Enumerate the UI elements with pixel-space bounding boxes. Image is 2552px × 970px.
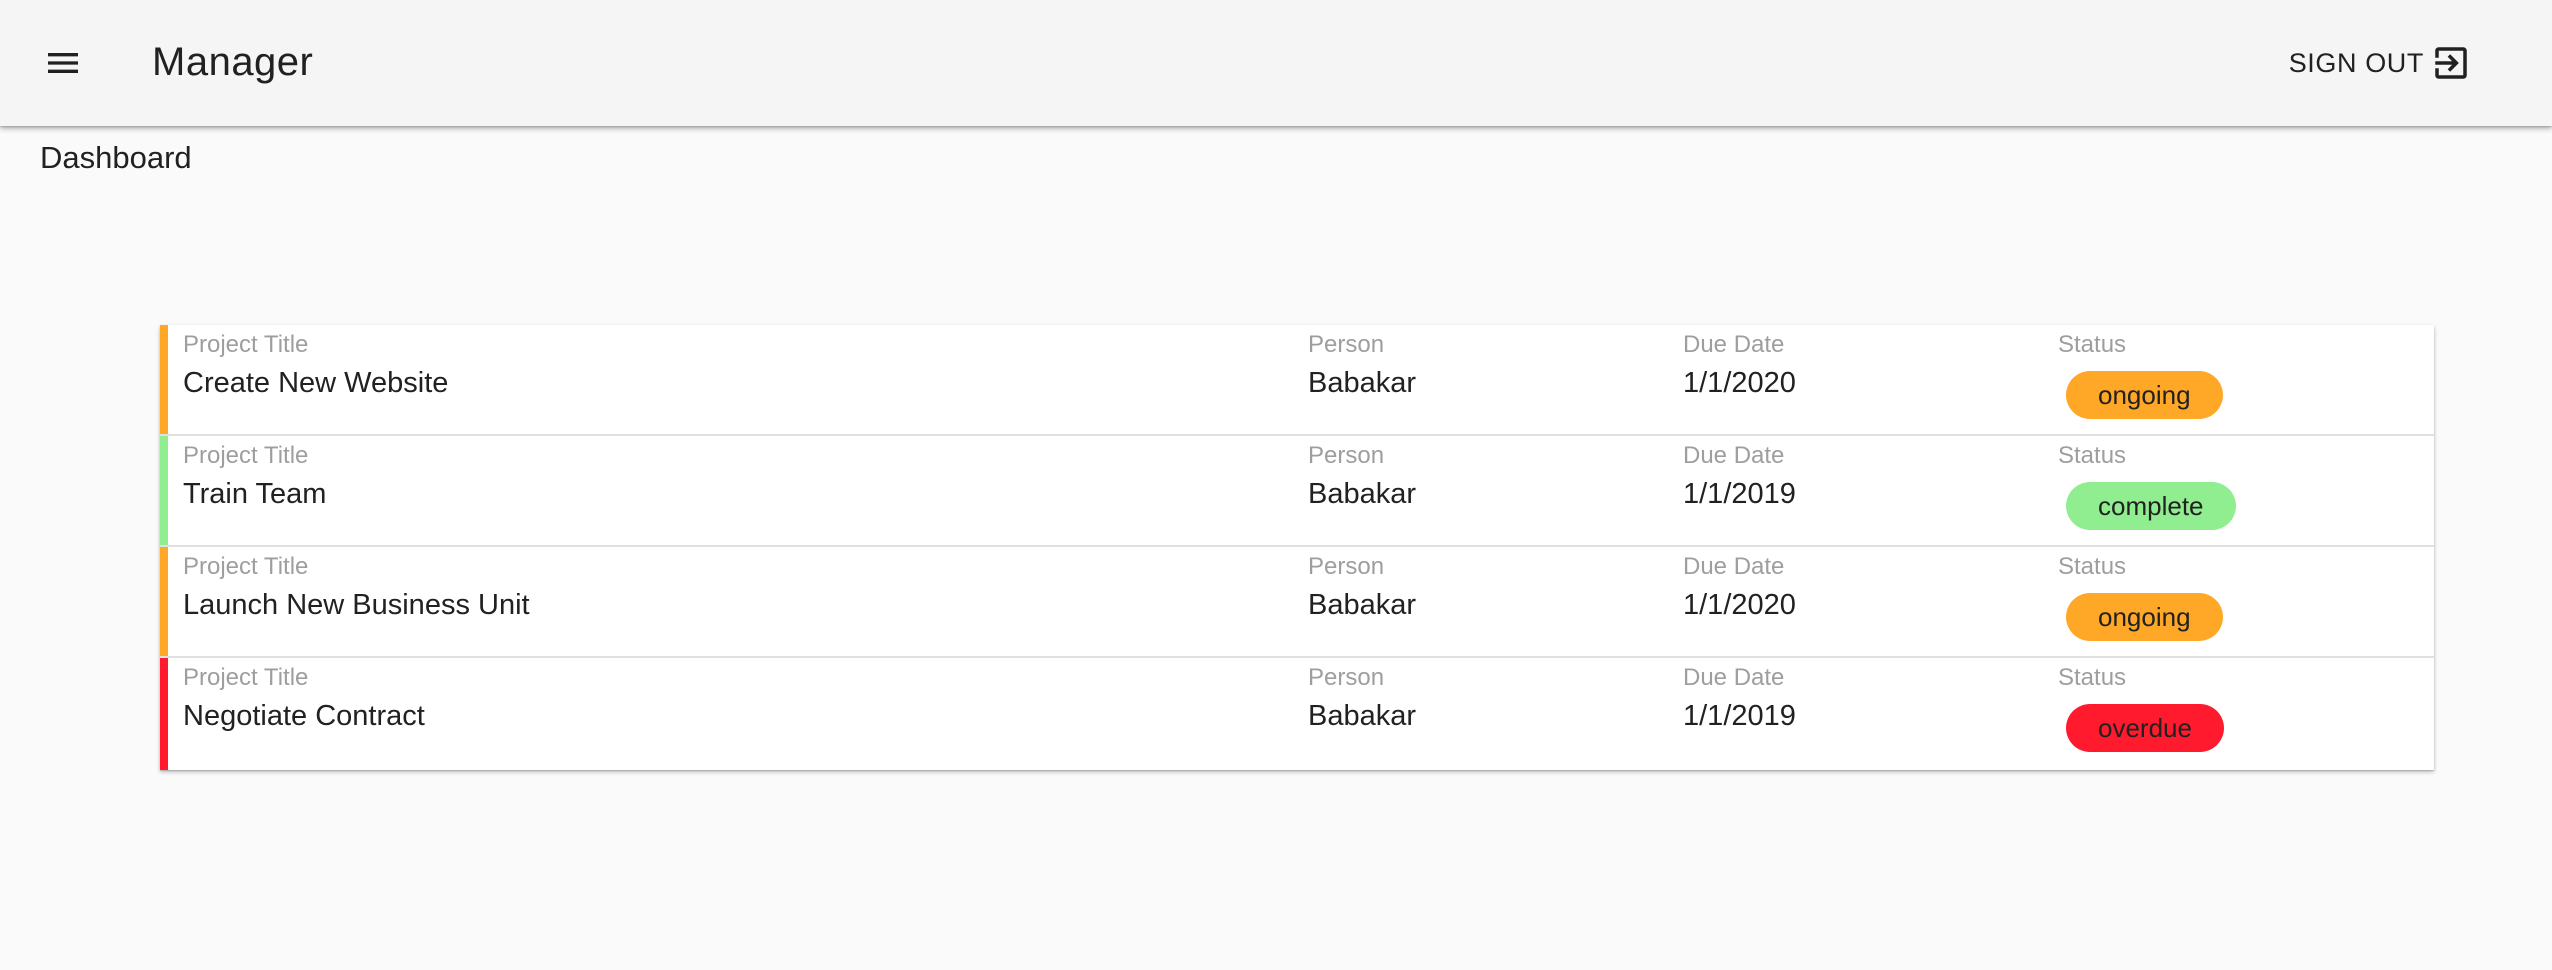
due-date-cell: Due Date 1/1/2020 <box>1683 552 1796 624</box>
project-title-value: Create New Website <box>183 367 449 399</box>
menu-button[interactable] <box>36 36 90 90</box>
project-title-cell: Project Title Create New Website <box>183 330 448 402</box>
person-value: Babakar <box>1308 700 1417 732</box>
status-chip: complete <box>2066 482 2236 530</box>
due-date-value: 1/1/2020 <box>1683 367 1796 399</box>
due-date-cell: Due Date 1/1/2019 <box>1683 663 1796 735</box>
status-indicator-bar <box>160 436 168 545</box>
due-date-label: Due Date <box>1683 442 1785 469</box>
status-chip: ongoing <box>2066 371 2223 419</box>
status-label: Status <box>2058 553 2127 580</box>
status-cell: Status overdue <box>2058 663 2224 752</box>
due-date-label: Due Date <box>1683 664 1785 691</box>
sign-out-button[interactable]: SIGN OUT <box>2289 36 2472 90</box>
status-chip: ongoing <box>2066 593 2223 641</box>
status-cell: Status complete <box>2058 441 2236 530</box>
person-value: Babakar <box>1308 367 1417 399</box>
person-cell: Person Babakar <box>1308 663 1416 735</box>
person-label: Person <box>1308 442 1385 469</box>
project-title-label: Project Title <box>183 331 309 358</box>
project-list: Project Title Create New Website Person … <box>160 325 2434 770</box>
project-row[interactable]: Project Title Negotiate Contract Person … <box>160 658 2434 770</box>
status-chip: overdue <box>2066 704 2224 752</box>
due-date-value: 1/1/2019 <box>1683 700 1796 732</box>
person-label: Person <box>1308 553 1385 580</box>
due-date-label: Due Date <box>1683 331 1785 358</box>
due-date-cell: Due Date 1/1/2020 <box>1683 330 1796 402</box>
due-date-label: Due Date <box>1683 553 1785 580</box>
app-title: Manager <box>152 40 314 84</box>
status-cell: Status ongoing <box>2058 330 2223 419</box>
project-title-value: Train Team <box>183 478 327 510</box>
status-cell: Status ongoing <box>2058 552 2223 641</box>
status-label: Status <box>2058 664 2127 691</box>
person-label: Person <box>1308 664 1385 691</box>
sign-out-label: SIGN OUT <box>2288 47 2424 78</box>
project-title-cell: Project Title Negotiate Contract <box>183 663 425 735</box>
project-title-value: Negotiate Contract <box>183 700 425 732</box>
status-label: Status <box>2058 442 2127 469</box>
exit-to-app-icon <box>2435 47 2467 79</box>
project-title-cell: Project Title Launch New Business Unit <box>183 552 530 624</box>
project-title-cell: Project Title Train Team <box>183 441 326 513</box>
person-cell: Person Babakar <box>1308 552 1416 624</box>
person-value: Babakar <box>1308 589 1417 621</box>
due-date-value: 1/1/2019 <box>1683 478 1796 510</box>
project-row[interactable]: Project Title Launch New Business Unit P… <box>160 547 2434 658</box>
page-title: Dashboard <box>40 140 192 175</box>
due-date-cell: Due Date 1/1/2019 <box>1683 441 1796 513</box>
person-label: Person <box>1308 331 1385 358</box>
person-cell: Person Babakar <box>1308 441 1416 513</box>
status-indicator-bar <box>160 325 168 434</box>
project-row[interactable]: Project Title Create New Website Person … <box>160 325 2434 436</box>
due-date-value: 1/1/2020 <box>1683 589 1796 621</box>
app-bar: Manager SIGN OUT <box>0 0 2552 126</box>
person-value: Babakar <box>1308 478 1417 510</box>
project-title-label: Project Title <box>183 442 309 469</box>
project-title-value: Launch New Business Unit <box>183 589 530 621</box>
project-row[interactable]: Project Title Train Team Person Babakar … <box>160 436 2434 547</box>
hamburger-menu-icon <box>48 53 78 73</box>
project-title-label: Project Title <box>183 553 309 580</box>
person-cell: Person Babakar <box>1308 330 1416 402</box>
status-indicator-bar <box>160 658 168 770</box>
project-title-label: Project Title <box>183 664 309 691</box>
status-label: Status <box>2058 331 2127 358</box>
status-indicator-bar <box>160 547 168 656</box>
